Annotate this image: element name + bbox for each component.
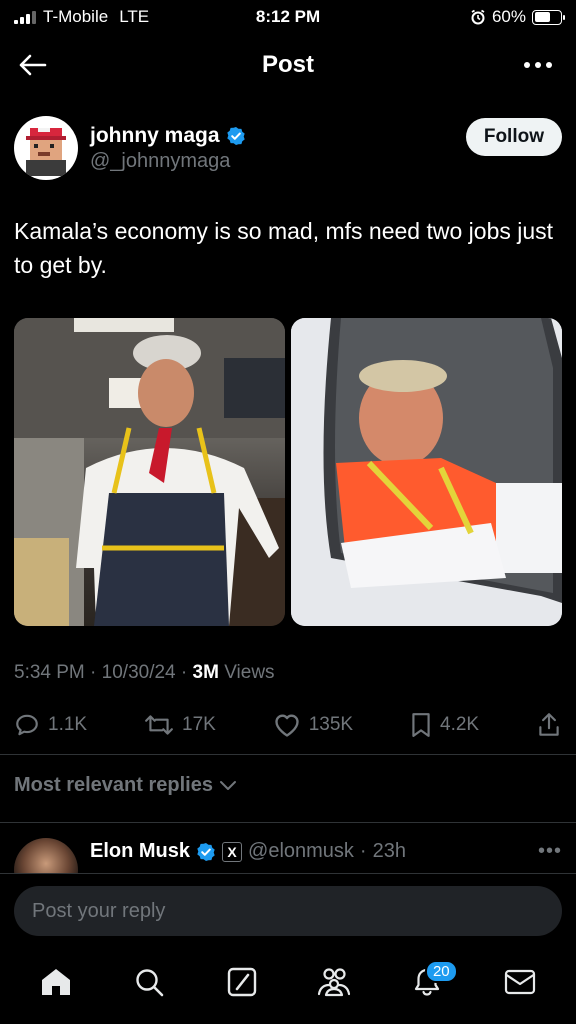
mail-icon: [504, 969, 535, 995]
pixel-avatar-icon: [26, 128, 66, 176]
repost-icon: [145, 715, 173, 735]
share-icon: [539, 713, 559, 736]
bookmark-icon: [412, 713, 430, 737]
reply-header: Elon Musk X @elonmusk · 23h: [90, 840, 406, 863]
reply-avatar[interactable]: [14, 838, 78, 874]
notification-count-badge: 20: [424, 960, 458, 983]
post-time: 5:34 PM: [14, 662, 85, 683]
reply-input[interactable]: [32, 899, 544, 923]
author-name[interactable]: johnny maga: [90, 124, 220, 148]
views-label: Views: [224, 662, 275, 683]
bookmark-count: 4.2K: [440, 714, 480, 735]
author-name-row: johnny maga: [90, 124, 246, 148]
battery-fill: [534, 12, 550, 22]
meta-separator: ·: [90, 662, 102, 683]
signal-icon: [14, 10, 36, 24]
repost-button[interactable]: 17K: [144, 712, 216, 738]
nav-search[interactable]: [125, 958, 173, 1006]
nav-communities[interactable]: [310, 958, 358, 1006]
post-image-2[interactable]: [291, 318, 562, 626]
like-count: 135K: [308, 714, 354, 735]
bottom-nav: 20: [0, 950, 576, 1024]
nav-home[interactable]: [32, 958, 80, 1006]
author-handle[interactable]: @_johnnymaga: [90, 150, 246, 173]
more-options-button[interactable]: [520, 47, 556, 83]
heart-icon: [275, 714, 299, 737]
reply-author-handle[interactable]: @elonmusk: [248, 840, 354, 863]
communities-icon: [318, 968, 351, 997]
carrier-label: T-Mobile: [43, 7, 109, 26]
post-image-1[interactable]: [14, 318, 285, 626]
nav-grok[interactable]: [218, 958, 266, 1006]
repost-count: 17K: [182, 714, 216, 735]
reply-separator: ·: [359, 840, 367, 862]
author-text: johnny maga @_johnnymaga: [90, 124, 246, 173]
bookmark-button[interactable]: 4.2K: [410, 712, 479, 738]
reply-button[interactable]: 1.1K: [14, 712, 87, 738]
nav-notifications[interactable]: 20: [403, 958, 458, 1006]
battery-icon: [532, 9, 565, 25]
post-media: [14, 318, 562, 626]
reply-composer[interactable]: [14, 886, 562, 936]
post-date: 10/30/24: [101, 662, 176, 683]
x-affiliate-icon: X: [222, 841, 243, 862]
verified-badge-icon: [197, 842, 215, 861]
post-author: johnny maga @_johnnymaga Follow: [14, 116, 562, 182]
follow-button[interactable]: Follow: [465, 118, 562, 156]
search-icon: [136, 969, 164, 997]
more-horizontal-icon: [524, 62, 552, 68]
reply-age: 23h: [372, 840, 406, 862]
reply-count: 1.1K: [48, 714, 88, 735]
reply-icon: [16, 714, 38, 736]
reply-preview[interactable]: Elon Musk X @elonmusk · 23h •••: [14, 838, 562, 874]
author-avatar[interactable]: [14, 116, 78, 180]
nav-messages[interactable]: [496, 958, 544, 1006]
back-button[interactable]: [14, 47, 50, 83]
post-text: Kamala’s economy is so mad, mfs need two…: [14, 218, 554, 278]
divider: [0, 822, 576, 823]
divider: [0, 873, 576, 874]
divider: [0, 754, 576, 755]
kitchen-photo: [14, 318, 285, 626]
reply-more-button[interactable]: •••: [538, 840, 562, 863]
status-right: 60%: [470, 7, 565, 27]
alarm-icon: [471, 9, 485, 25]
grok-icon: [227, 967, 256, 997]
truck-photo: [291, 318, 562, 626]
meta-separator: ·: [180, 662, 193, 683]
network-label: LTE: [119, 7, 150, 26]
home-icon: [42, 969, 71, 995]
post-meta: 5:34 PM · 10/30/24 · 3M Views: [14, 662, 275, 684]
status-left: T-Mobile LTE: [14, 7, 149, 27]
action-bar: 1.1K 17K 135K 4.2K: [14, 706, 562, 744]
battery-percent: 60%: [491, 7, 526, 26]
top-bar: Post: [0, 40, 576, 90]
arrow-left-icon: [19, 54, 47, 76]
chevron-down-icon: [219, 780, 236, 790]
status-bar: T-Mobile LTE 8:12 PM 60%: [0, 0, 576, 34]
like-button[interactable]: 135K: [273, 712, 353, 738]
page-title: Post: [261, 51, 314, 78]
views-count[interactable]: 3M: [193, 662, 219, 683]
share-button[interactable]: [536, 711, 562, 739]
verified-badge-icon: [226, 127, 245, 145]
reply-sort-toggle[interactable]: Most relevant replies: [14, 774, 237, 797]
reply-author-name[interactable]: Elon Musk: [90, 840, 190, 863]
reply-sort-label: Most relevant replies: [14, 774, 213, 796]
